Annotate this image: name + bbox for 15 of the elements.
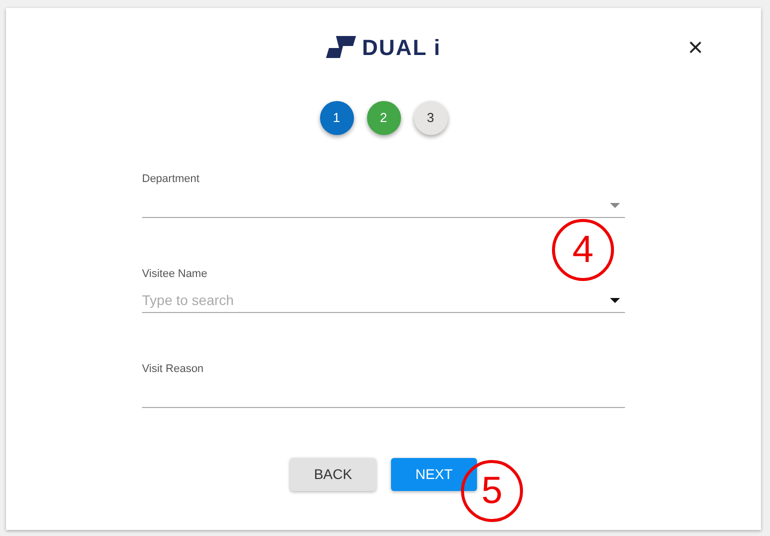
field-label: Department	[142, 172, 200, 186]
annotation-callout: 5	[461, 460, 523, 522]
caret-icon	[610, 298, 620, 303]
logo-icon	[326, 36, 356, 58]
field-label: Visitee Name	[142, 267, 208, 281]
back-button[interactable]: BACK	[290, 458, 376, 491]
dropdown-field[interactable]: Type to search	[142, 287, 625, 313]
step-indicator: 2	[366, 101, 400, 135]
field-label: Visit Reason	[142, 362, 205, 376]
step-indicator: 3	[414, 101, 448, 135]
step-indicator: 1	[320, 101, 354, 135]
close-button[interactable]: ×	[688, 34, 703, 60]
logo-text: DUAL i	[362, 34, 441, 62]
caret-icon	[610, 203, 620, 208]
annotation-callout: 4	[552, 219, 614, 281]
